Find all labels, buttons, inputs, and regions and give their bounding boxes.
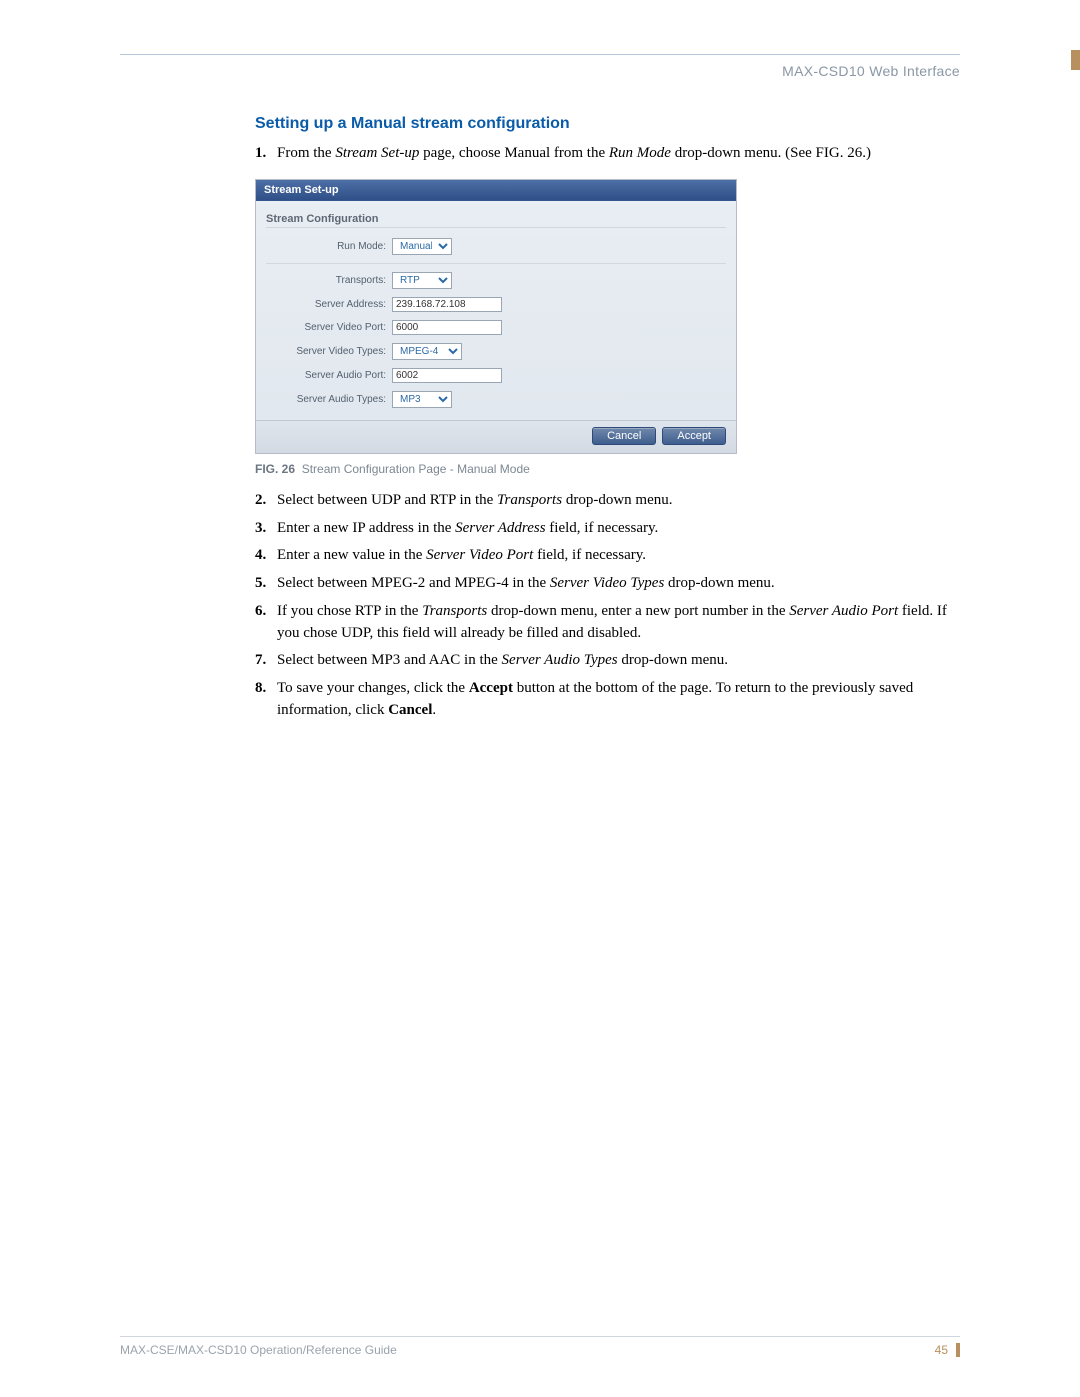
row-run-mode: Run Mode: Manual <box>266 238 726 255</box>
label-server-audio-port: Server Audio Port: <box>266 370 392 381</box>
header-rule <box>120 54 960 55</box>
step-text: drop-down menu. (See FIG. 26.) <box>671 145 871 161</box>
step-1: 1. From the Stream Set-up page, choose M… <box>255 143 955 165</box>
step-number: 4. <box>255 545 266 567</box>
cancel-button[interactable]: Cancel <box>592 427 656 445</box>
step-6: 6. If you chose RTP in the Transports dr… <box>255 601 955 645</box>
page-footer: MAX-CSE/MAX-CSD10 Operation/Reference Gu… <box>120 1336 960 1357</box>
row-server-video-port: Server Video Port: <box>266 320 726 335</box>
term-server-address: Server Address <box>455 520 545 536</box>
term-transports: Transports <box>497 492 562 508</box>
page-number: 45 <box>935 1343 960 1357</box>
step-text: From the <box>277 145 335 161</box>
row-transports: Transports: RTP <box>266 272 726 289</box>
figure-caption: FIG. 26 Stream Configuration Page - Manu… <box>255 462 955 476</box>
step-text: page, choose Manual from the <box>419 145 609 161</box>
server-audio-port-input[interactable] <box>392 368 502 383</box>
term-server-video-port: Server Video Port <box>426 547 533 563</box>
term-cancel: Cancel <box>388 702 432 718</box>
server-audio-types-select[interactable]: MP3 <box>392 391 452 408</box>
step-text: field, if necessary. <box>546 520 659 536</box>
step-number: 6. <box>255 601 266 623</box>
step-text: field, if necessary. <box>533 547 646 563</box>
label-server-video-types: Server Video Types: <box>266 346 392 357</box>
figure-label: FIG. 26 <box>255 462 295 476</box>
step-number: 3. <box>255 518 266 540</box>
step-text: drop-down menu. <box>562 492 672 508</box>
row-server-address: Server Address: <box>266 297 726 312</box>
footer-guide-title: MAX-CSE/MAX-CSD10 Operation/Reference Gu… <box>120 1343 397 1357</box>
step-3: 3. Enter a new IP address in the Server … <box>255 518 955 540</box>
term-stream-setup: Stream Set-up <box>335 145 419 161</box>
step-text: Select between MPEG-2 and MPEG-4 in the <box>277 575 550 591</box>
step-number: 8. <box>255 678 266 700</box>
step-4: 4. Enter a new value in the Server Video… <box>255 545 955 567</box>
window-titlebar: Stream Set-up <box>256 180 736 201</box>
figure-caption-text: Stream Configuration Page - Manual Mode <box>302 462 530 476</box>
term-server-audio-port: Server Audio Port <box>789 603 898 619</box>
step-text: . <box>432 702 436 718</box>
server-video-types-select[interactable]: MPEG-4 <box>392 343 462 360</box>
label-run-mode: Run Mode: <box>266 241 392 252</box>
step-text: drop-down menu, enter a new port number … <box>487 603 789 619</box>
label-transports: Transports: <box>266 275 392 286</box>
step-5: 5. Select between MPEG-2 and MPEG-4 in t… <box>255 573 955 595</box>
step-text: drop-down menu. <box>618 652 728 668</box>
step-text: If you chose RTP in the <box>277 603 422 619</box>
stream-setup-window: Stream Set-up Stream Configuration Run M… <box>255 179 737 454</box>
row-server-audio-port: Server Audio Port: <box>266 368 726 383</box>
button-bar: Cancel Accept <box>256 420 736 453</box>
step-number: 7. <box>255 650 266 672</box>
group-title: Stream Configuration <box>266 209 726 228</box>
step-text: Enter a new value in the <box>277 547 426 563</box>
step-8: 8. To save your changes, click the Accep… <box>255 678 955 722</box>
label-server-video-port: Server Video Port: <box>266 322 392 333</box>
label-server-address: Server Address: <box>266 299 392 310</box>
step-number: 2. <box>255 490 266 512</box>
step-number: 1. <box>255 143 266 165</box>
server-video-port-input[interactable] <box>392 320 502 335</box>
server-address-input[interactable] <box>392 297 502 312</box>
term-transports: Transports <box>422 603 487 619</box>
step-text: drop-down menu. <box>664 575 774 591</box>
step-text: To save your changes, click the <box>277 680 469 696</box>
row-server-video-types: Server Video Types: MPEG-4 <box>266 343 726 360</box>
step-text: Select between MP3 and AAC in the <box>277 652 502 668</box>
figure-26: Stream Set-up Stream Configuration Run M… <box>255 179 955 476</box>
row-server-audio-types: Server Audio Types: MP3 <box>266 391 726 408</box>
step-2: 2. Select between UDP and RTP in the Tra… <box>255 490 955 512</box>
section-heading: Setting up a Manual stream configuration <box>255 115 955 133</box>
transports-select[interactable]: RTP <box>392 272 452 289</box>
page-edge-tab <box>1071 50 1080 70</box>
step-text: Select between UDP and RTP in the <box>277 492 497 508</box>
run-mode-select[interactable]: Manual <box>392 238 452 255</box>
term-accept: Accept <box>469 680 513 696</box>
step-text: Enter a new IP address in the <box>277 520 455 536</box>
term-server-audio-types: Server Audio Types <box>502 652 618 668</box>
term-run-mode: Run Mode <box>609 145 671 161</box>
step-7: 7. Select between MP3 and AAC in the Ser… <box>255 650 955 672</box>
label-server-audio-types: Server Audio Types: <box>266 394 392 405</box>
term-server-video-types: Server Video Types <box>550 575 664 591</box>
accept-button[interactable]: Accept <box>662 427 726 445</box>
footer-rule <box>120 1336 960 1337</box>
divider <box>266 263 726 264</box>
header-title: MAX-CSD10 Web Interface <box>120 63 960 79</box>
step-number: 5. <box>255 573 266 595</box>
